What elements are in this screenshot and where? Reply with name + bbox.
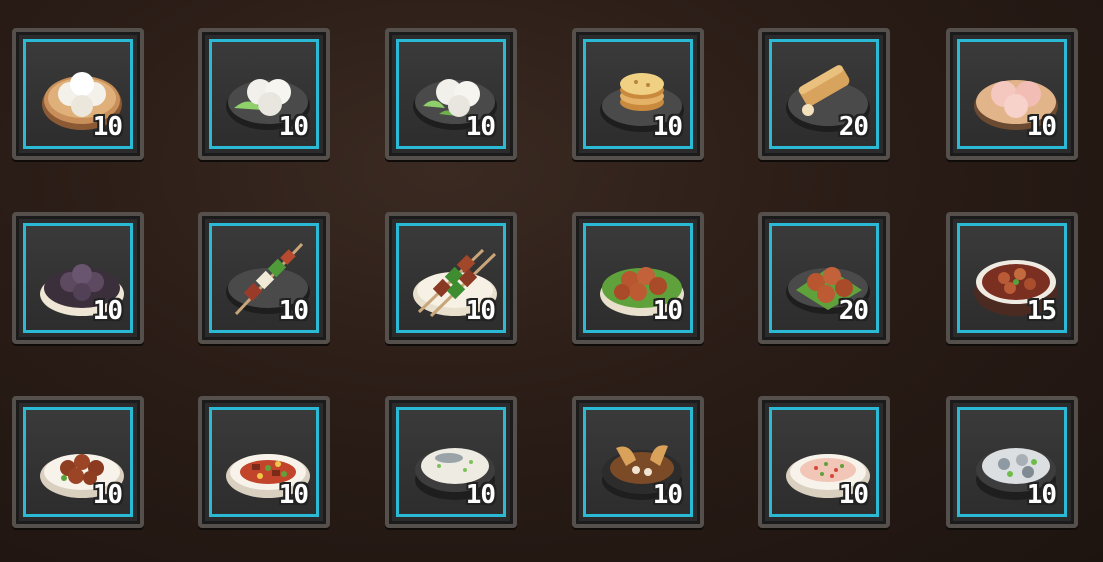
- inventory-slot[interactable]: 10: [758, 396, 890, 528]
- inventory-slot[interactable]: 10: [385, 212, 517, 344]
- item-count: 10: [278, 296, 309, 326]
- item-count: 10: [278, 112, 309, 142]
- slot-frame: 10: [769, 407, 879, 517]
- inventory-slot[interactable]: 10: [198, 212, 330, 344]
- inventory-slot[interactable]: 10: [572, 28, 704, 160]
- slot-frame: 10: [396, 39, 506, 149]
- slot-frame: 10: [957, 407, 1067, 517]
- item-count: 10: [465, 296, 496, 326]
- slot-frame: 10: [23, 39, 133, 149]
- inventory-slot[interactable]: 10: [198, 396, 330, 528]
- inventory-slot[interactable]: 10: [946, 396, 1078, 528]
- item-count: 15: [1026, 296, 1057, 326]
- item-count: 10: [652, 480, 683, 510]
- item-count: 10: [278, 480, 309, 510]
- item-count: 10: [1026, 112, 1057, 142]
- slot-frame: 15: [957, 223, 1067, 333]
- slot-frame: 10: [957, 39, 1067, 149]
- inventory-slot[interactable]: 10: [946, 28, 1078, 160]
- inventory-slot[interactable]: 20: [758, 28, 890, 160]
- inventory-slot[interactable]: 10: [572, 396, 704, 528]
- item-count: 10: [465, 480, 496, 510]
- slot-frame: 10: [23, 407, 133, 517]
- item-count: 20: [838, 112, 869, 142]
- item-count: 10: [1026, 480, 1057, 510]
- slot-frame: 10: [209, 223, 319, 333]
- item-count: 10: [652, 296, 683, 326]
- item-count: 10: [652, 112, 683, 142]
- inventory-slot[interactable]: 10: [12, 212, 144, 344]
- item-count: 10: [92, 480, 123, 510]
- item-count: 10: [92, 112, 123, 142]
- slot-frame: 20: [769, 39, 879, 149]
- slot-frame: 10: [23, 223, 133, 333]
- slot-frame: 20: [769, 223, 879, 333]
- inventory-slot[interactable]: 10: [198, 28, 330, 160]
- inventory-slot[interactable]: 10: [572, 212, 704, 344]
- slot-frame: 10: [583, 407, 693, 517]
- slot-frame: 10: [209, 407, 319, 517]
- slot-frame: 10: [396, 223, 506, 333]
- item-count: 20: [838, 296, 869, 326]
- item-count: 10: [838, 480, 869, 510]
- inventory-slot[interactable]: 10: [385, 396, 517, 528]
- slot-frame: 10: [396, 407, 506, 517]
- inventory-slot[interactable]: 15: [946, 212, 1078, 344]
- inventory-slot[interactable]: 10: [385, 28, 517, 160]
- inventory-slot[interactable]: 10: [12, 396, 144, 528]
- slot-frame: 10: [209, 39, 319, 149]
- slot-frame: 10: [583, 39, 693, 149]
- inventory-slot[interactable]: 20: [758, 212, 890, 344]
- item-count: 10: [92, 296, 123, 326]
- item-count: 10: [465, 112, 496, 142]
- inventory-slot[interactable]: 10: [12, 28, 144, 160]
- slot-frame: 10: [583, 223, 693, 333]
- inventory-grid: 10 10 10 10 20 10 10 10 10 10 20 15 10 1…: [0, 0, 1103, 562]
